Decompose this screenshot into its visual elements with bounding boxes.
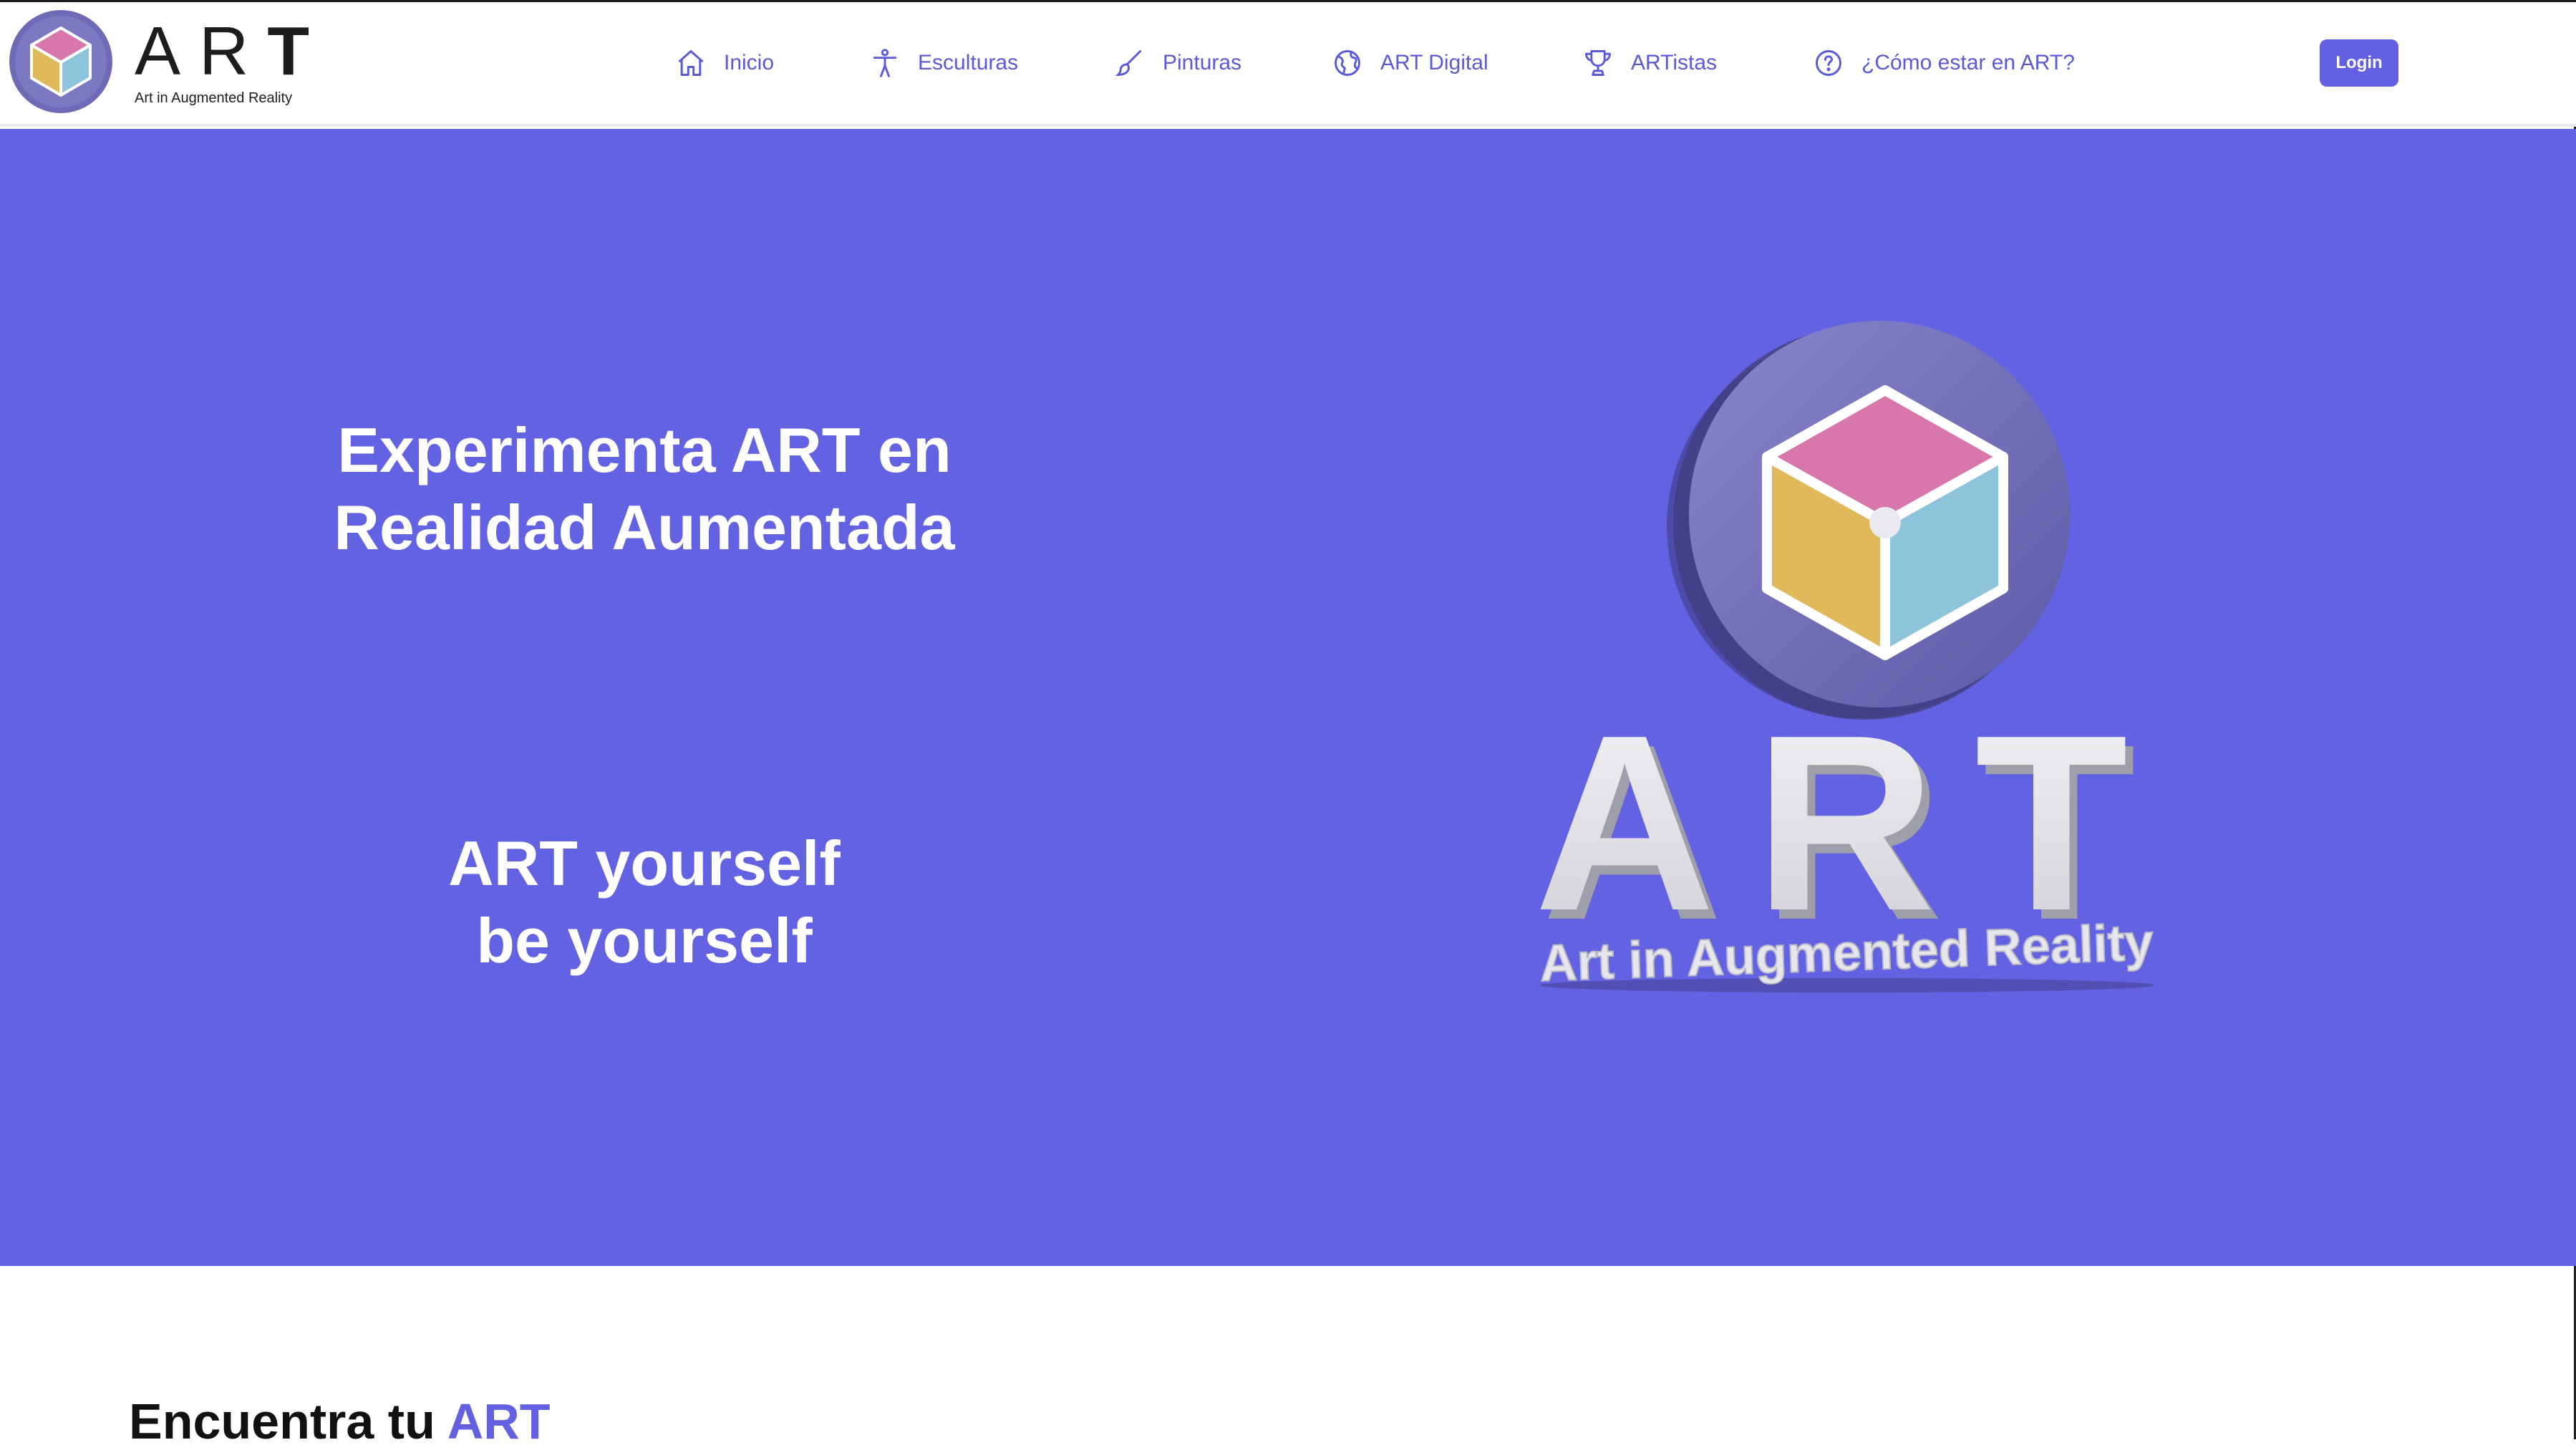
section-title-accent: ART bbox=[447, 1393, 551, 1449]
site-header: ART Art in Augmented Reality Inicio Escu… bbox=[0, 2, 2576, 127]
hero-banner: Experimenta ART en Realidad Aumentada AR… bbox=[0, 129, 2576, 1266]
globe-icon bbox=[1335, 50, 1360, 76]
art-3d-wordmark: ART ART Art in Augmented Reality bbox=[1534, 683, 2155, 993]
nav-item-esculturas[interactable]: Esculturas bbox=[869, 45, 1018, 81]
home-icon bbox=[678, 50, 704, 76]
nav-label-pinturas: Pinturas bbox=[1163, 51, 1242, 74]
trophy-icon bbox=[1585, 50, 1611, 76]
nav-label-art-digital: ART Digital bbox=[1380, 51, 1488, 74]
hero-heading-line-1: Experimenta ART en bbox=[337, 415, 952, 485]
nav-item-artistas[interactable]: ARTistas bbox=[1582, 45, 1717, 81]
nav-label-inicio: Inicio bbox=[724, 51, 775, 74]
nav-item-pinturas[interactable]: Pinturas bbox=[1114, 45, 1241, 81]
section-title-encuentra: Encuentra tu ART bbox=[129, 1393, 551, 1450]
login-button[interactable]: Login bbox=[2320, 39, 2398, 87]
art-3d-logo-illustration: ART ART Art in Augmented Reality bbox=[1534, 321, 2155, 993]
art-coin-cube-icon bbox=[1667, 321, 2070, 720]
nav-label-artistas: ARTistas bbox=[1631, 51, 1718, 74]
hero-slogan-line-2: be yourself bbox=[476, 905, 813, 976]
section-title-prefix: Encuentra tu bbox=[129, 1393, 447, 1449]
hero-heading: Experimenta ART en Realidad Aumentada bbox=[222, 412, 1067, 566]
nav-item-como-estar[interactable]: ¿Cómo estar en ART? bbox=[1813, 45, 2075, 81]
main-nav: Inicio Esculturas Pinturas ART Digital A… bbox=[0, 2, 2576, 124]
nav-item-inicio[interactable]: Inicio bbox=[675, 45, 774, 81]
person-icon bbox=[873, 49, 897, 77]
help-circle-icon bbox=[1816, 50, 1841, 76]
nav-label-como-estar: ¿Cómo estar en ART? bbox=[1861, 51, 2075, 74]
hero-slogan: ART yourself be yourself bbox=[222, 825, 1067, 980]
nav-label-esculturas: Esculturas bbox=[918, 51, 1019, 74]
hero-slogan-line-1: ART yourself bbox=[448, 828, 841, 899]
brush-icon bbox=[1115, 50, 1142, 76]
hero-heading-line-2: Realidad Aumentada bbox=[334, 492, 955, 563]
nav-item-art-digital[interactable]: ART Digital bbox=[1332, 45, 1488, 81]
